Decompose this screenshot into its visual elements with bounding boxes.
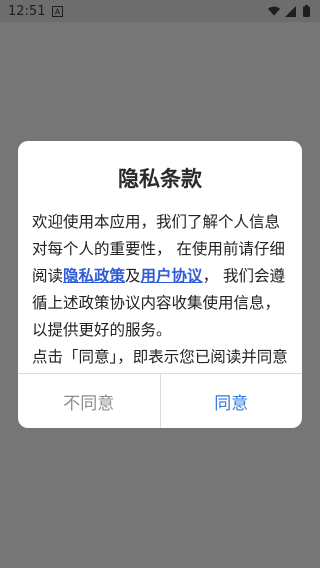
- agree-button[interactable]: 同意: [161, 374, 303, 428]
- privacy-dialog: 隐私条款 欢迎使用本应用，我们了解个人信息对每个人的重要性， 在使用前请仔细阅读…: [18, 141, 302, 428]
- battery-icon: [300, 5, 312, 17]
- svg-text:A: A: [55, 7, 61, 16]
- privacy-policy-link[interactable]: 隐私政策: [63, 267, 125, 285]
- status-time: 12:51: [8, 3, 46, 19]
- notification-a-icon: A: [51, 5, 63, 17]
- dialog-title: 隐私条款: [118, 167, 202, 191]
- user-agreement-link[interactable]: 用户协议: [141, 267, 203, 285]
- disagree-button[interactable]: 不同意: [18, 374, 161, 428]
- body-partial-text: 点击「同意」，即表示您已阅读并同意: [32, 348, 288, 366]
- status-bar: 12:51 A: [0, 0, 320, 22]
- body-and-text: 及: [125, 267, 141, 285]
- dialog-footer: 不同意 同意: [18, 373, 302, 428]
- dialog-body: 欢迎使用本应用，我们了解个人信息对每个人的重要性， 在使用前请仔细阅读隐私政策及…: [32, 209, 290, 371]
- wifi-icon: [268, 5, 280, 17]
- signal-icon: [284, 5, 296, 17]
